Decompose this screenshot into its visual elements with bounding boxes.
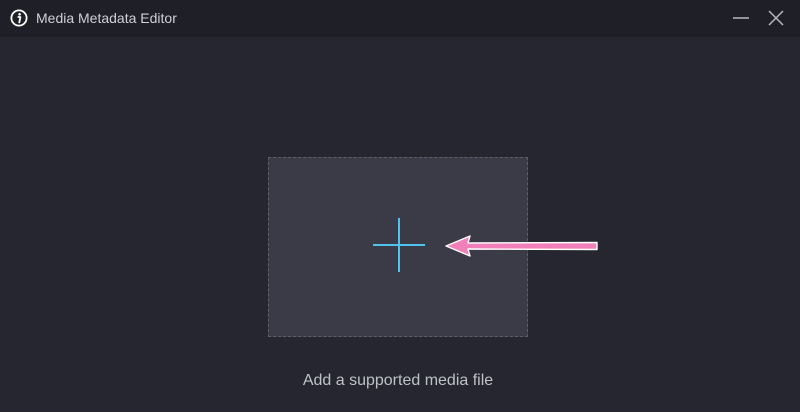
close-button[interactable] xyxy=(764,6,788,30)
app-window: Media Metadata Editor Add a supported me… xyxy=(0,0,800,412)
minimize-icon xyxy=(733,17,749,19)
window-title: Media Metadata Editor xyxy=(36,10,177,26)
arrow-left-icon xyxy=(445,235,598,257)
plus-icon xyxy=(373,218,425,272)
minimize-button[interactable] xyxy=(729,6,753,30)
info-icon xyxy=(10,9,28,27)
close-icon xyxy=(768,10,784,26)
add-media-hint: Add a supported media file xyxy=(302,372,494,389)
title-bar: Media Metadata Editor xyxy=(0,0,800,37)
